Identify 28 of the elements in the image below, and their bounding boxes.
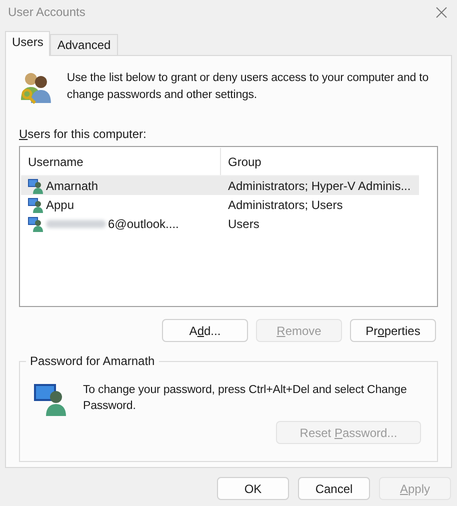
- dialog-button[interactable]: Add...: [162, 319, 248, 342]
- password-text: To change your password, press Ctrl+Alt+Del and select Change Password.: [83, 383, 408, 414]
- user-icon: [28, 196, 44, 212]
- table-cell-text: Administrators; Hyper-V Adminis...: [227, 178, 412, 192]
- column-header[interactable]: Username: [21, 148, 221, 175]
- tab[interactable]: Advanced: [50, 34, 118, 55]
- user-row[interactable]: 6@outlook.... Users: [21, 214, 419, 233]
- table-cell: 6@outlook....: [108, 216, 179, 230]
- tab[interactable]: Users: [5, 31, 50, 56]
- user-icon: [34, 382, 68, 416]
- window-title: User Accounts: [8, 5, 86, 19]
- table-cell: Appu: [46, 198, 74, 212]
- user-row[interactable]: Amarnath Administrators; Hyper-V Adminis...: [21, 176, 419, 195]
- table-cell-text: Administrators; Users: [227, 198, 344, 212]
- column-header[interactable]: Group: [221, 148, 419, 175]
- close-icon[interactable]: [436, 6, 447, 18]
- user-icon: [28, 216, 44, 232]
- dialog-button[interactable]: Properties: [350, 319, 436, 342]
- group-legend: Password for Amarnath: [26, 354, 159, 368]
- user-icon: [28, 178, 44, 194]
- table-cell-text: Users: [227, 216, 260, 230]
- user-row[interactable]: Appu Administrators; Users: [21, 195, 419, 214]
- dialog-button[interactable]: Cancel: [298, 477, 370, 500]
- users-key-icon: [19, 70, 53, 104]
- table-cell: Amarnath: [46, 178, 98, 192]
- intro-text: Use the list below to grant or deny users access to your computer and to change passwords and other settings.: [66, 71, 430, 103]
- dialog-button[interactable]: OK: [217, 477, 289, 500]
- list-label: Users for this computer:: [19, 127, 146, 141]
